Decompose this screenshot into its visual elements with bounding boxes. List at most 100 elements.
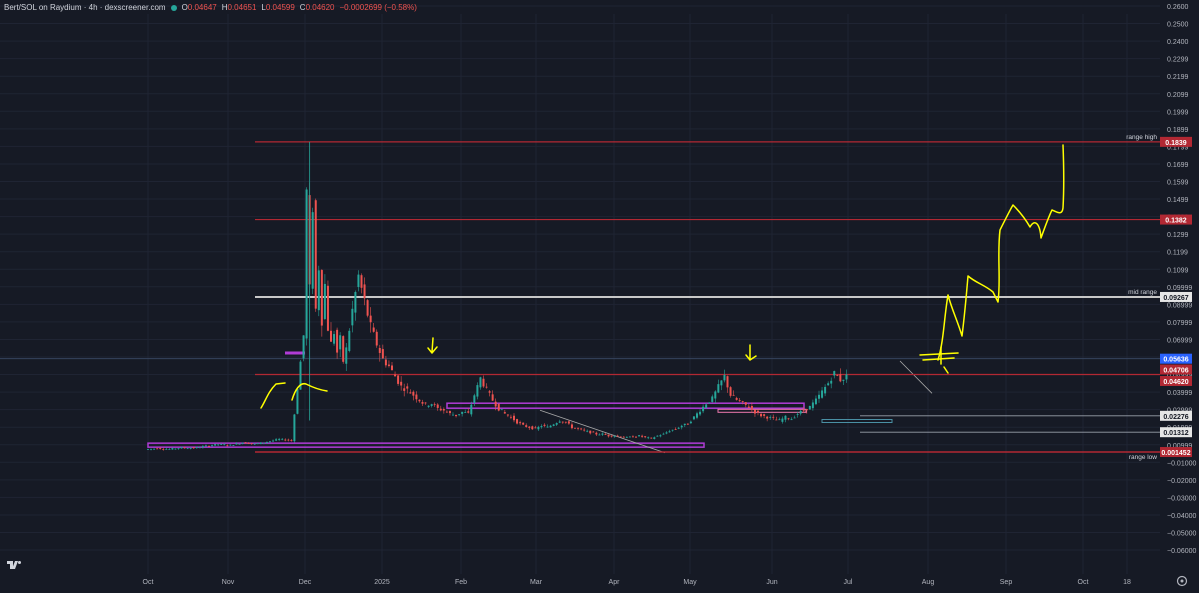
candle-body xyxy=(714,391,717,399)
candle-body xyxy=(760,413,763,417)
candle-body xyxy=(830,380,833,384)
annotation-label: mid range xyxy=(1128,289,1157,296)
candle-body xyxy=(464,412,467,413)
candle-body xyxy=(366,300,369,316)
candle-body xyxy=(180,447,183,449)
candle-body xyxy=(272,440,275,442)
chart-canvas[interactable]: 0.2600 0.2500 0.2400 0.2299 0.2199 0.2099 0.19… xyxy=(0,0,1199,593)
y-tick-label: 0.09999 xyxy=(1167,285,1192,292)
y-tick-label: 0.1199 xyxy=(1167,250,1188,257)
candle-body xyxy=(686,423,689,425)
candle-body xyxy=(516,419,519,424)
candle-body xyxy=(613,436,616,437)
candle-body xyxy=(381,349,384,359)
candle-body xyxy=(348,330,351,351)
candle-body xyxy=(333,334,336,344)
settings-gear-icon[interactable] xyxy=(1176,575,1188,587)
candle-body xyxy=(574,427,576,429)
y-tick-label: 0.06999 xyxy=(1167,337,1192,344)
candle-body xyxy=(211,445,214,447)
candle-body xyxy=(147,449,149,450)
candle-body xyxy=(738,400,741,402)
tradingview-logo-icon[interactable] xyxy=(6,559,22,571)
candle-body xyxy=(183,447,186,449)
candle-body xyxy=(674,429,677,430)
candle-body xyxy=(189,448,192,449)
candle-body xyxy=(467,411,470,413)
candle-body xyxy=(580,428,583,430)
candle-body xyxy=(458,414,461,416)
x-tick-label: Apr xyxy=(609,579,621,586)
candle-body xyxy=(500,409,503,411)
price-tag-label: 0.01312 xyxy=(1163,430,1188,437)
candle-body xyxy=(720,380,723,386)
candle-body xyxy=(406,386,409,389)
candle-body xyxy=(790,419,793,421)
low-value: 0.04599 xyxy=(265,3,295,12)
candle-body xyxy=(616,435,619,437)
candle-body xyxy=(537,426,540,430)
support-zone-right xyxy=(717,408,807,413)
candle-body xyxy=(796,414,799,415)
candle-body xyxy=(159,448,162,450)
price-tag-label: 0.001452 xyxy=(1161,450,1190,457)
candle-body xyxy=(375,331,378,346)
candle-body xyxy=(244,442,247,444)
candle-body xyxy=(168,448,171,450)
candle-body xyxy=(326,285,329,331)
candle-body xyxy=(336,329,339,353)
candle-body xyxy=(384,359,387,366)
candle-body xyxy=(784,415,787,420)
candle-body xyxy=(534,427,537,429)
candle-body xyxy=(662,433,665,435)
candle-body xyxy=(305,189,308,339)
x-axis[interactable]: Oct Nov Dec 2025 Feb Mar Apr May Jun Jul Aug Sep Oct… xyxy=(143,579,1131,586)
candle-body xyxy=(598,434,601,436)
candle-body xyxy=(659,435,662,437)
candle-body xyxy=(805,409,808,411)
candle-body xyxy=(323,283,326,319)
candle-body xyxy=(473,395,476,403)
candle-body xyxy=(802,410,805,412)
y-tick-label: 0.1499 xyxy=(1167,197,1189,204)
yellow-projection-path xyxy=(937,144,1065,361)
candle-body xyxy=(275,439,278,441)
close-value: 0.04620 xyxy=(305,3,335,12)
candle-body xyxy=(708,402,711,404)
candle-body xyxy=(497,403,500,411)
candle-body xyxy=(750,405,753,410)
live-status-dot-icon xyxy=(170,4,177,11)
candle-body xyxy=(448,411,451,414)
y-axis[interactable]: 0.2600 0.2500 0.2400 0.2299 0.2199 0.2099 0.19… xyxy=(1167,4,1196,555)
candle-body xyxy=(610,435,613,437)
price-tag-label: 0.02276 xyxy=(1163,414,1188,421)
candle-body xyxy=(330,330,332,342)
candle-body xyxy=(601,433,604,435)
candle-body xyxy=(842,379,845,381)
candle-body xyxy=(845,374,848,380)
candle-body xyxy=(766,416,769,419)
x-tick-label: Oct xyxy=(1078,579,1089,586)
candle-body xyxy=(342,336,345,362)
candle-body xyxy=(302,335,305,359)
symbol-title[interactable]: Bert/SOL on Raydium · 4h · dexscreener.c… xyxy=(4,3,166,12)
candle-body xyxy=(680,425,683,428)
candle-body xyxy=(577,427,580,429)
candle-body xyxy=(403,388,406,391)
y-tick-label: 0.1599 xyxy=(1167,180,1189,187)
candle-body xyxy=(421,402,424,404)
candle-body xyxy=(540,426,543,428)
candle-body xyxy=(839,374,842,382)
yellow-scribble-1 xyxy=(260,382,286,409)
candle-body xyxy=(705,404,708,408)
candle-body xyxy=(256,443,259,445)
y-tick-label: 0.1699 xyxy=(1167,162,1189,169)
candle-body xyxy=(177,448,180,450)
x-tick-label: Sep xyxy=(1000,579,1013,586)
x-tick-label: Mar xyxy=(530,579,543,586)
candle-body xyxy=(528,426,531,428)
candle-body xyxy=(311,212,314,289)
candle-body xyxy=(208,445,210,447)
y-tick-label: 0.2500 xyxy=(1167,22,1189,29)
consolidation-zone xyxy=(821,419,893,423)
